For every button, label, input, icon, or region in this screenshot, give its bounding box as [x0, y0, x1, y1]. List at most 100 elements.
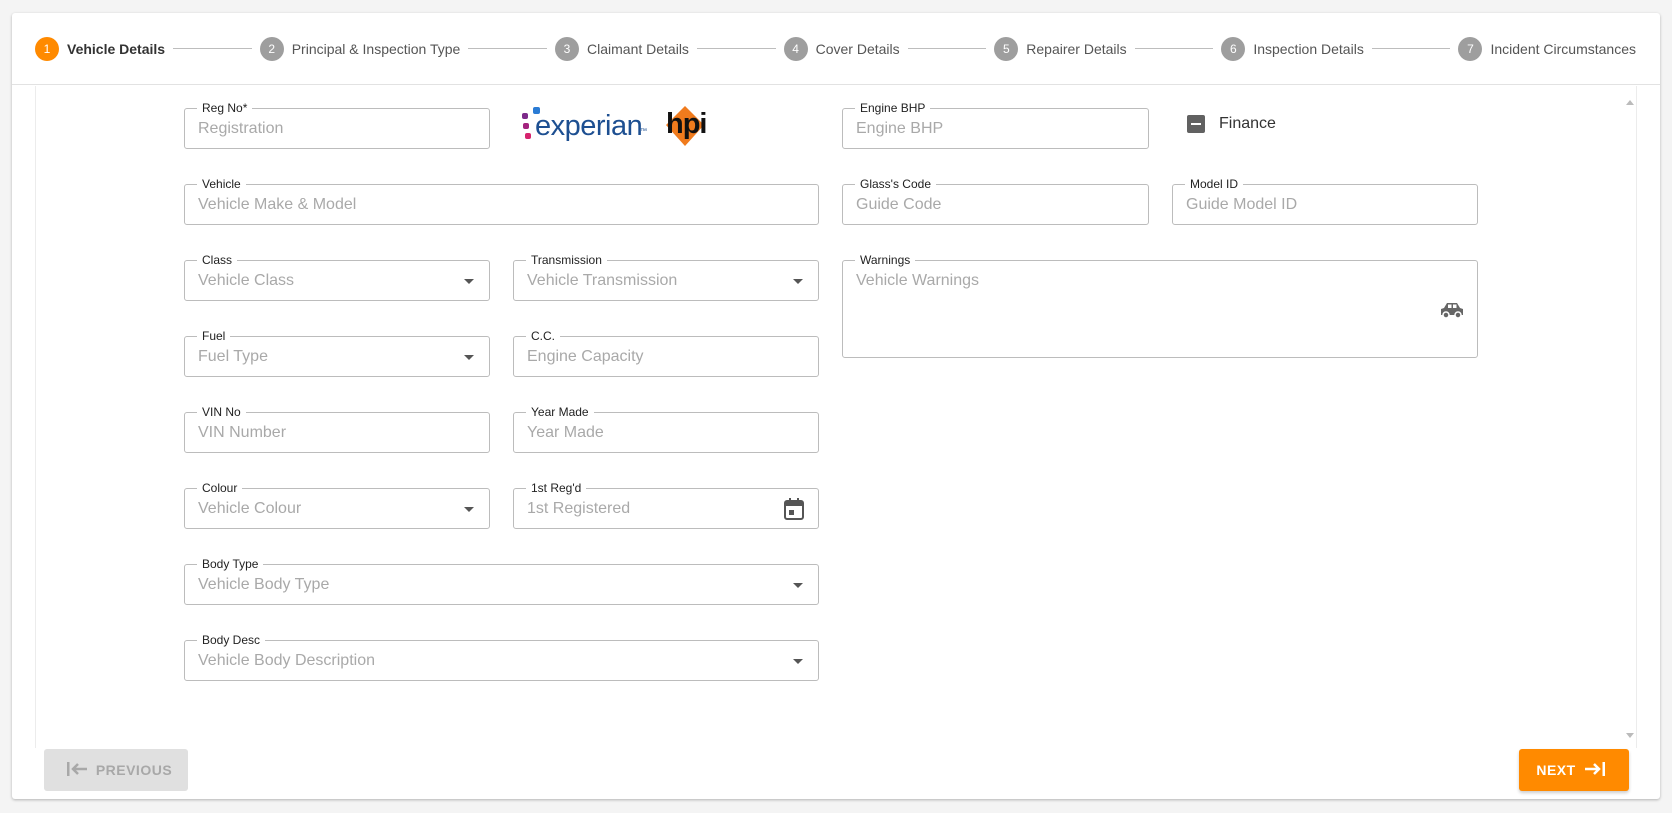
year-made-label: Year Made — [526, 405, 594, 419]
step-connector — [468, 48, 547, 49]
vin-label: VIN No — [197, 405, 246, 419]
step-number: 2 — [259, 36, 284, 61]
stepper: 1 Vehicle Details 2 Principal & Inspecti… — [12, 13, 1660, 85]
body-type-select[interactable]: Body Type Vehicle Body Type — [184, 557, 819, 605]
chevron-down-icon[interactable] — [464, 355, 474, 360]
step-principal-inspection-type[interactable]: 2 Principal & Inspection Type — [259, 36, 461, 61]
chevron-down-icon[interactable] — [793, 583, 803, 588]
finance-label: Finance — [1219, 115, 1276, 132]
cc-field[interactable]: C.C. Engine Capacity — [513, 329, 819, 377]
class-label: Class — [197, 253, 238, 267]
hpi-wordmark: hpi — [666, 108, 707, 140]
model-id-label: Model ID — [1185, 177, 1244, 191]
glass-code-input[interactable]: Guide Code — [856, 196, 941, 214]
finance-checkbox[interactable]: Finance — [1187, 115, 1276, 133]
glass-code-field[interactable]: Glass's Code Guide Code — [842, 177, 1149, 225]
chevron-down-icon[interactable] — [464, 507, 474, 512]
step-cover-details[interactable]: 4 Cover Details — [783, 36, 900, 61]
warnings-label: Warnings — [855, 253, 916, 267]
previous-label: PREVIOUS — [95, 762, 173, 778]
step-label: Principal & Inspection Type — [291, 40, 461, 57]
step-claimant-details[interactable]: 3 Claimant Details — [555, 36, 689, 61]
step-number: 6 — [1221, 36, 1246, 61]
experian-wordmark: experian — [535, 110, 643, 142]
step-connector — [1134, 48, 1214, 49]
body-type-input[interactable]: Vehicle Body Type — [198, 576, 329, 594]
colour-input[interactable]: Vehicle Colour — [198, 500, 301, 518]
step-number: 7 — [1458, 36, 1483, 61]
step-repairer-details[interactable]: 5 Repairer Details — [994, 36, 1127, 61]
calendar-icon[interactable] — [784, 498, 804, 525]
experian-logo: experian ™ — [520, 106, 650, 150]
step-connector — [173, 48, 252, 49]
scroll-up-arrow-icon[interactable] — [1626, 100, 1634, 105]
reg-no-field[interactable]: Reg No* Registration — [184, 101, 490, 149]
step-number: 3 — [555, 36, 579, 61]
step-number: 4 — [783, 36, 808, 61]
first-regd-field[interactable]: 1st Reg'd 1st Registered — [513, 481, 819, 529]
previous-button[interactable]: PREVIOUS — [44, 749, 188, 791]
colour-label: Colour — [197, 481, 243, 495]
step-number: 1 — [35, 36, 59, 61]
step-connector — [907, 48, 987, 49]
hpi-logo: hpi — [664, 104, 707, 148]
next-button[interactable]: NEXT — [1519, 749, 1629, 791]
warnings-input[interactable]: Vehicle Warnings — [856, 272, 979, 290]
step-vehicle-details[interactable]: 1 Vehicle Details — [35, 36, 166, 61]
year-made-field[interactable]: Year Made Year Made — [513, 405, 819, 453]
fuel-label: Fuel — [197, 329, 231, 343]
body-desc-select[interactable]: Body Desc Vehicle Body Description — [184, 633, 819, 681]
step-label: Cover Details — [815, 40, 900, 57]
chevron-down-icon[interactable] — [464, 279, 474, 284]
chevron-down-icon[interactable] — [793, 659, 803, 664]
engine-bhp-field[interactable]: Engine BHP Engine BHP — [842, 101, 1149, 149]
step-number: 5 — [994, 36, 1019, 61]
chevron-down-icon[interactable] — [793, 279, 803, 284]
transmission-input[interactable]: Vehicle Transmission — [527, 272, 677, 290]
step-connector — [1371, 48, 1451, 49]
model-id-field[interactable]: Model ID Guide Model ID — [1172, 177, 1478, 225]
first-regd-label: 1st Reg'd — [526, 481, 587, 495]
vin-field[interactable]: VIN No VIN Number — [184, 405, 490, 453]
next-label: NEXT — [1536, 762, 1576, 778]
engine-bhp-label: Engine BHP — [855, 101, 931, 115]
step-label: Inspection Details — [1253, 40, 1364, 57]
experian-trademark: ™ — [640, 128, 647, 135]
reg-no-input[interactable]: Registration — [198, 120, 283, 138]
step-label: Claimant Details — [587, 40, 689, 57]
step-inspection-details[interactable]: 6 Inspection Details — [1221, 36, 1364, 61]
car-icon — [1439, 301, 1465, 324]
body-desc-input[interactable]: Vehicle Body Description — [198, 652, 375, 670]
arrow-left-bar-icon — [60, 761, 96, 780]
step-connector — [696, 48, 776, 49]
body-desc-label: Body Desc — [197, 633, 266, 647]
warnings-textarea[interactable]: Warnings Vehicle Warnings — [842, 253, 1478, 358]
scroll-down-arrow-icon[interactable] — [1626, 733, 1634, 738]
vehicle-input[interactable]: Vehicle Make & Model — [198, 196, 356, 214]
reg-no-label: Reg No* — [197, 101, 253, 115]
cc-label: C.C. — [526, 329, 560, 343]
first-regd-input[interactable]: 1st Registered — [527, 500, 630, 518]
year-made-input[interactable]: Year Made — [527, 424, 604, 442]
fuel-select[interactable]: Fuel Fuel Type — [184, 329, 490, 377]
body-type-label: Body Type — [197, 557, 264, 571]
cc-input[interactable]: Engine Capacity — [527, 348, 644, 366]
model-id-input[interactable]: Guide Model ID — [1186, 196, 1297, 214]
class-select[interactable]: Class Vehicle Class — [184, 253, 490, 301]
vehicle-field[interactable]: Vehicle Vehicle Make & Model — [184, 177, 819, 225]
fuel-input[interactable]: Fuel Type — [198, 348, 268, 366]
engine-bhp-input[interactable]: Engine BHP — [856, 120, 943, 138]
indeterminate-checkbox-icon[interactable] — [1187, 115, 1205, 133]
step-label: Incident Circumstances — [1490, 40, 1636, 57]
transmission-label: Transmission — [526, 253, 607, 267]
step-label: Vehicle Details — [67, 40, 166, 57]
glass-code-label: Glass's Code — [855, 177, 936, 191]
colour-select[interactable]: Colour Vehicle Colour — [184, 481, 490, 529]
vehicle-label: Vehicle — [197, 177, 246, 191]
step-label: Repairer Details — [1026, 40, 1127, 57]
arrow-right-bar-icon — [1576, 761, 1612, 780]
class-input[interactable]: Vehicle Class — [198, 272, 294, 290]
step-incident-circumstances[interactable]: 7 Incident Circumstances — [1458, 36, 1636, 61]
vin-input[interactable]: VIN Number — [198, 424, 286, 442]
transmission-select[interactable]: Transmission Vehicle Transmission — [513, 253, 819, 301]
